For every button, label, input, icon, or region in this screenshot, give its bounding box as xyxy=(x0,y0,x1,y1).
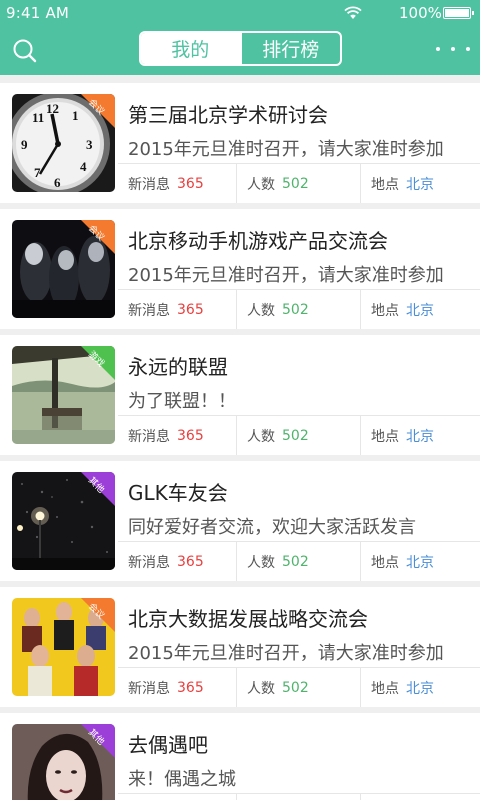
location-label: 地点 xyxy=(371,302,399,319)
item-meta: 新消息 365 人数 502 地点 北京 xyxy=(118,416,480,455)
item-meta: 新消息 365 人数 502 地点 北京 xyxy=(118,794,480,800)
location-value: 北京 xyxy=(406,428,434,445)
item-description: 2015年元旦准时召开，请大家准时参加 xyxy=(128,643,444,664)
item-title: 第三届北京学术研讨会 xyxy=(128,103,328,127)
location-value: 北京 xyxy=(406,680,434,697)
list-item[interactable]: 会议 北京移动手机游戏产品交流会 2015年元旦准时召开，请大家准时参加 新消息… xyxy=(0,209,480,329)
status-time: 9:41 AM xyxy=(6,4,70,22)
more-icon[interactable] xyxy=(436,45,470,53)
item-description: 来！偶遇之城 xyxy=(128,769,236,790)
item-thumbnail: 游戏 xyxy=(12,346,115,444)
people-count: 502 xyxy=(282,553,309,570)
people-count: 502 xyxy=(282,175,309,192)
location-label: 地点 xyxy=(371,680,399,697)
item-description: 2015年元旦准时召开，请大家准时参加 xyxy=(128,139,444,160)
news-label: 新消息 xyxy=(128,554,170,571)
news-count: 365 xyxy=(177,175,204,192)
location-value: 北京 xyxy=(406,554,434,571)
news-count-cell: 新消息 365 xyxy=(118,542,236,581)
svg-text:9: 9 xyxy=(21,137,28,152)
people-count-cell: 人数 502 xyxy=(236,794,360,800)
item-meta: 新消息 365 人数 502 地点 北京 xyxy=(118,668,480,707)
list-item[interactable]: 12 3 6 9 1 11 4 7 会议 第三届北京学术研讨会 2015年元旦准… xyxy=(0,83,480,203)
item-thumbnail: 12 3 6 9 1 11 4 7 会议 xyxy=(12,94,115,192)
people-count-cell: 人数 502 xyxy=(236,668,360,707)
news-count: 365 xyxy=(177,427,204,444)
item-description: 同好爱好者交流，欢迎大家活跃发言 xyxy=(128,517,416,538)
list-item[interactable]: 其他 去偶遇吧 来！偶遇之城 新消息 365 人数 502 地点 北京 xyxy=(0,713,480,800)
people-label: 人数 xyxy=(247,428,275,445)
wifi-icon xyxy=(344,6,362,19)
location-cell: 地点 北京 xyxy=(360,416,480,455)
location-label: 地点 xyxy=(371,428,399,445)
location-label: 地点 xyxy=(371,176,399,193)
news-label: 新消息 xyxy=(128,302,170,319)
svg-text:6: 6 xyxy=(54,175,61,190)
tab-mine[interactable]: 我的 xyxy=(141,33,240,64)
list-item[interactable]: 其他 GLK车友会 同好爱好者交流，欢迎大家活跃发言 新消息 365 人数 50… xyxy=(0,461,480,581)
location-value: 北京 xyxy=(406,176,434,193)
location-cell: 地点 北京 xyxy=(360,668,480,707)
news-label: 新消息 xyxy=(128,176,170,193)
item-thumbnail: 会议 xyxy=(12,220,115,318)
status-bar: 9:41 AM 100% xyxy=(0,0,480,27)
item-title: GLK车友会 xyxy=(128,481,228,505)
people-count-cell: 人数 502 xyxy=(236,290,360,329)
people-count: 502 xyxy=(282,679,309,696)
news-count: 365 xyxy=(177,679,204,696)
navigation-bar: 我的 排行榜 xyxy=(0,27,480,75)
news-label: 新消息 xyxy=(128,680,170,697)
tab-switch: 我的 排行榜 xyxy=(139,31,342,66)
people-count-cell: 人数 502 xyxy=(236,416,360,455)
people-label: 人数 xyxy=(247,302,275,319)
search-icon[interactable] xyxy=(12,38,38,64)
item-title: 去偶遇吧 xyxy=(128,733,208,757)
people-label: 人数 xyxy=(247,680,275,697)
item-description: 2015年元旦准时召开，请大家准时参加 xyxy=(128,265,444,286)
location-cell: 地点 北京 xyxy=(360,164,480,203)
people-count-cell: 人数 502 xyxy=(236,164,360,203)
tab-ranking[interactable]: 排行榜 xyxy=(239,33,341,64)
app-screen: 9:41 AM 100% 我的 排行榜 12 3 6 9 1 11 4 7 会议… xyxy=(0,0,480,800)
news-count-cell: 新消息 365 xyxy=(118,794,236,800)
location-cell: 地点 北京 xyxy=(360,290,480,329)
people-count: 502 xyxy=(282,427,309,444)
item-title: 永远的联盟 xyxy=(128,355,228,379)
svg-text:11: 11 xyxy=(32,110,44,125)
item-description: 为了联盟！！ xyxy=(128,391,236,412)
location-value: 北京 xyxy=(406,302,434,319)
svg-text:4: 4 xyxy=(80,159,87,174)
item-title: 北京大数据发展战略交流会 xyxy=(128,607,368,631)
news-count-cell: 新消息 365 xyxy=(118,290,236,329)
item-thumbnail: 其他 xyxy=(12,724,115,800)
news-count-cell: 新消息 365 xyxy=(118,668,236,707)
svg-text:1: 1 xyxy=(72,108,79,123)
item-thumbnail: 其他 xyxy=(12,472,115,570)
people-label: 人数 xyxy=(247,176,275,193)
people-count-cell: 人数 502 xyxy=(236,542,360,581)
people-label: 人数 xyxy=(247,554,275,571)
item-title: 北京移动手机游戏产品交流会 xyxy=(128,229,388,253)
list-item[interactable]: 游戏 永远的联盟 为了联盟！！ 新消息 365 人数 502 地点 北京 xyxy=(0,335,480,455)
item-thumbnail: 会议 xyxy=(12,598,115,696)
location-label: 地点 xyxy=(371,554,399,571)
news-label: 新消息 xyxy=(128,428,170,445)
item-meta: 新消息 365 人数 502 地点 北京 xyxy=(118,164,480,203)
news-count: 365 xyxy=(177,553,204,570)
svg-text:12: 12 xyxy=(46,101,59,116)
svg-text:3: 3 xyxy=(86,137,93,152)
battery-icon xyxy=(443,7,474,19)
location-cell: 地点 北京 xyxy=(360,542,480,581)
news-count-cell: 新消息 365 xyxy=(118,416,236,455)
news-count: 365 xyxy=(177,301,204,318)
people-count: 502 xyxy=(282,301,309,318)
location-cell: 地点 北京 xyxy=(360,794,480,800)
battery-percentage: 100% xyxy=(399,4,442,22)
item-meta: 新消息 365 人数 502 地点 北京 xyxy=(118,542,480,581)
list-item[interactable]: 会议 北京大数据发展战略交流会 2015年元旦准时召开，请大家准时参加 新消息 … xyxy=(0,587,480,707)
item-meta: 新消息 365 人数 502 地点 北京 xyxy=(118,290,480,329)
news-count-cell: 新消息 365 xyxy=(118,164,236,203)
